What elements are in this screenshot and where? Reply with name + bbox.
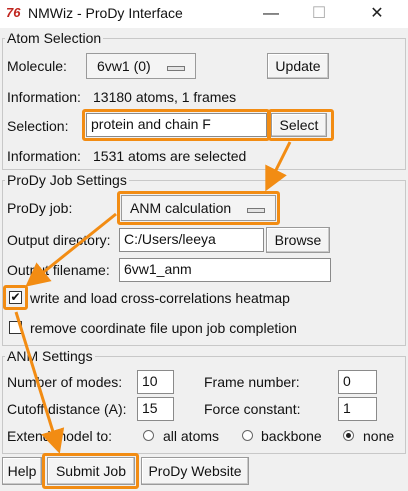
- annotation-arrows: [14, 141, 292, 454]
- arrow-job-to-heatmap: [25, 212, 117, 287]
- arrow-heatmap-to-submit: [14, 311, 65, 454]
- arrow-select-to-job: [265, 141, 292, 192]
